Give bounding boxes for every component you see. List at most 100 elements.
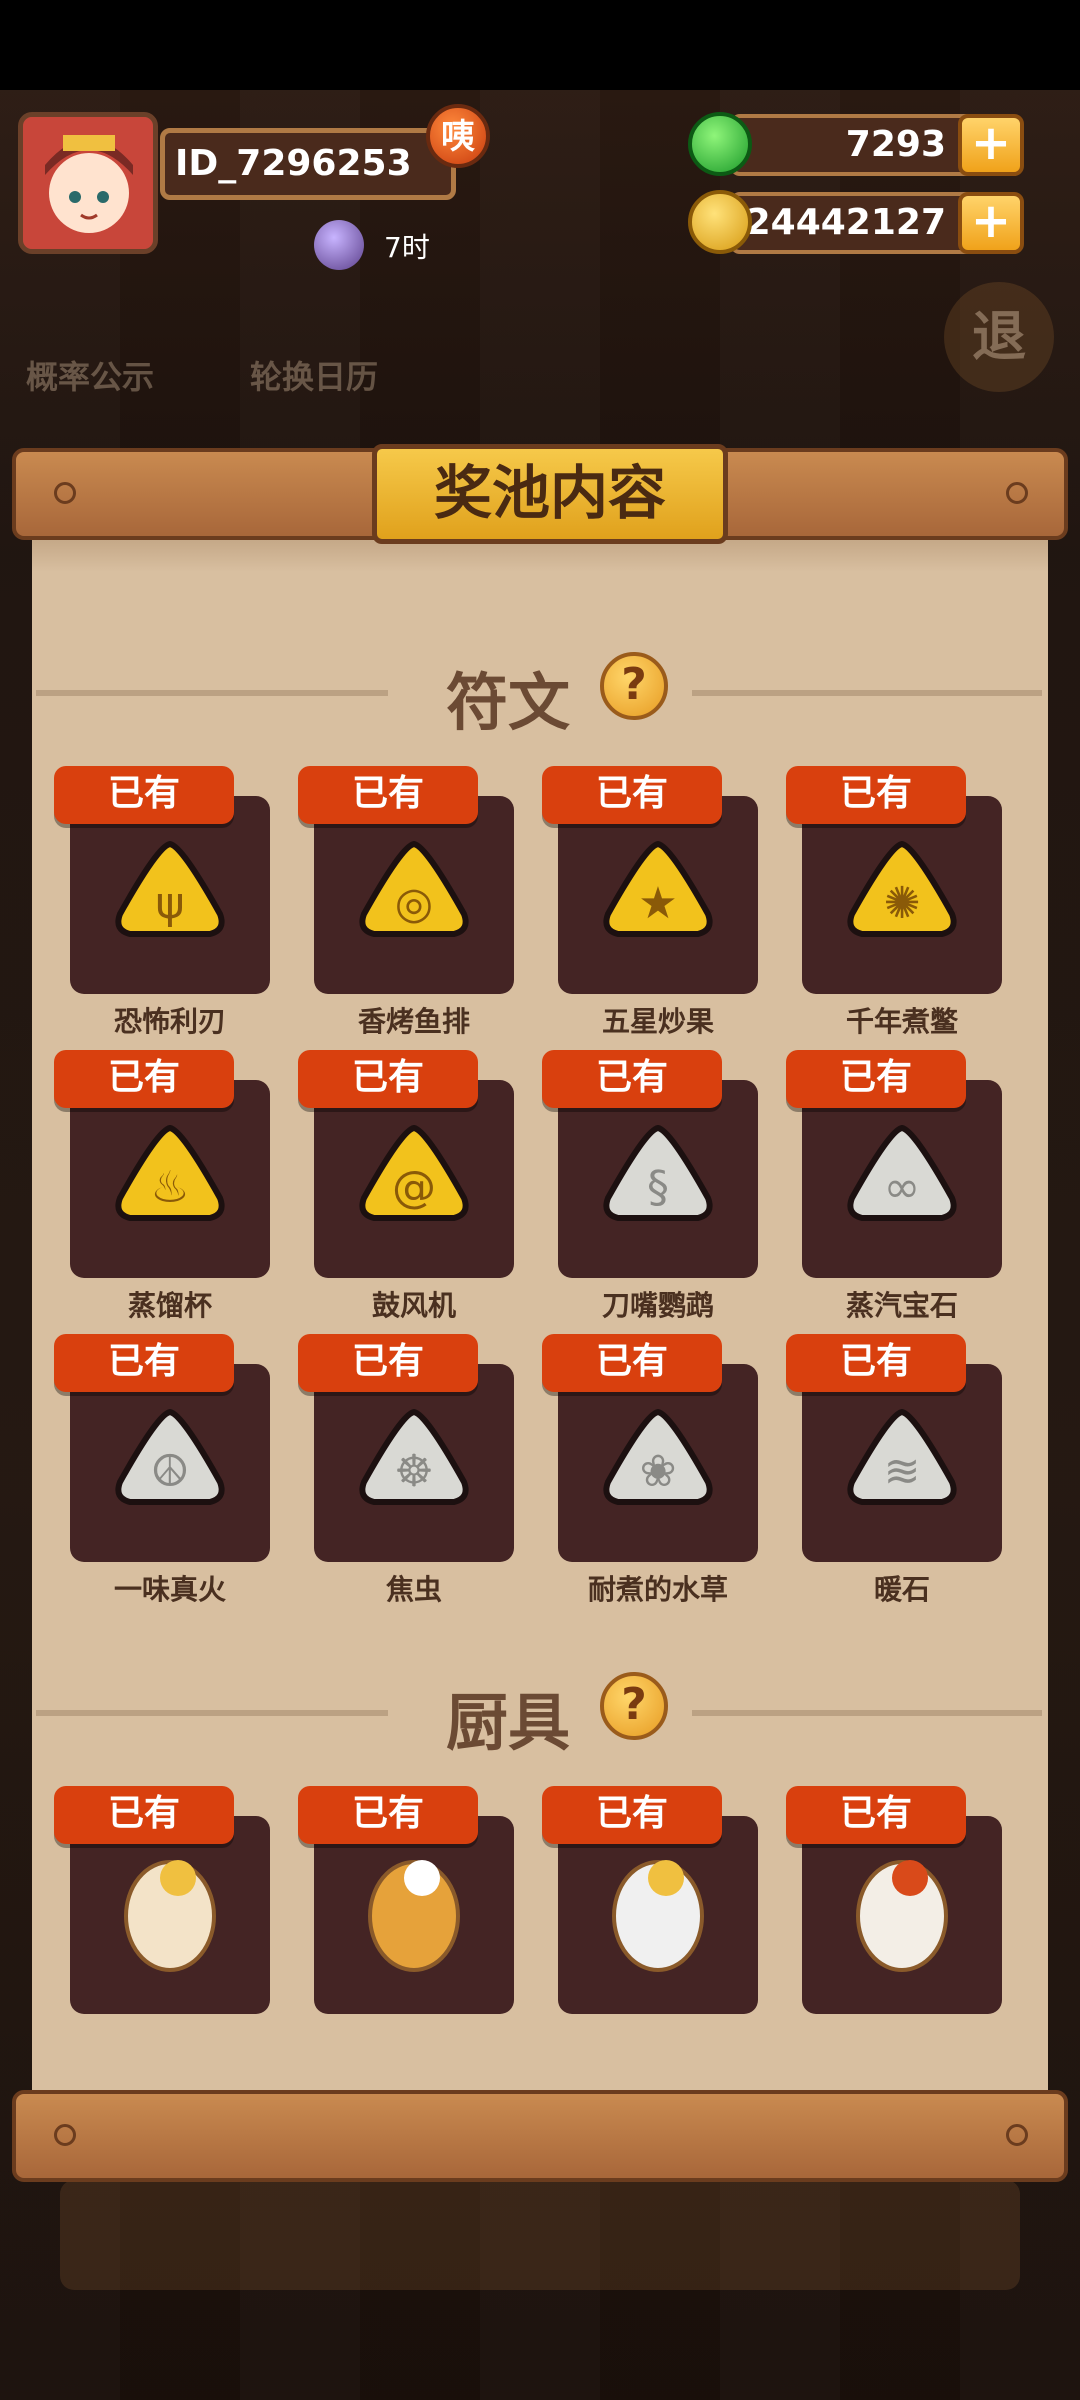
gold-rune-icon: ✺ [847, 840, 957, 937]
rune-card[interactable]: ψ [70, 796, 270, 994]
rune-name: 蒸馏杯 [127, 1289, 212, 1322]
owned-tag: 已有 [786, 1334, 966, 1392]
rune-card[interactable]: ♨ [70, 1080, 270, 1278]
silver-rune-icon: ∞ [847, 1124, 957, 1221]
rune-glyph: @ [392, 1162, 436, 1213]
jade-icon [688, 112, 752, 176]
nail-icon [54, 482, 76, 504]
owned-tag: 已有 [298, 1334, 478, 1392]
draw-buttons-background [60, 2180, 1020, 2290]
owned-tag: 已有 [54, 1334, 234, 1392]
owned-tag: 已有 [298, 1050, 478, 1108]
cookware-help-button[interactable]: ? [600, 1672, 668, 1740]
section-title-runes: 符文 [446, 666, 571, 739]
rune-card[interactable]: @ [314, 1080, 514, 1278]
divider [36, 690, 388, 696]
rune-card[interactable]: ∞ [802, 1080, 1002, 1278]
rune-card[interactable]: ❀ [558, 1364, 758, 1562]
rune-glyph: ∞ [884, 1162, 921, 1213]
rune-glyph: ☮ [150, 1446, 189, 1497]
silver-rune-icon: ≋ [847, 1408, 957, 1505]
rune-glyph: ≋ [884, 1446, 921, 1497]
rune-glyph: ❀ [640, 1446, 677, 1497]
owned-tag: 已有 [786, 1050, 966, 1108]
cookware-card[interactable] [802, 1816, 1002, 2014]
rune-name: 五星炒果 [601, 1005, 714, 1038]
rune-name: 香烤鱼排 [357, 1005, 470, 1038]
gold-rune-icon: @ [359, 1124, 469, 1221]
calendar-label: 轮换日历 [250, 358, 379, 396]
panel-title: 奖池内容 [372, 444, 728, 544]
rune-card[interactable]: ◎ [314, 796, 514, 994]
feather-fan-icon [856, 1860, 948, 1972]
status-badge[interactable]: 咦 [426, 104, 490, 168]
rune-name: 鼓风机 [371, 1289, 456, 1322]
cookware-card[interactable] [314, 1816, 514, 2014]
rune-glyph: ♨ [150, 1162, 189, 1213]
silver-rune-icon: ❀ [603, 1408, 713, 1505]
silver-rune-icon: ☮ [115, 1408, 225, 1505]
rune-name: 耐煮的水草 [587, 1573, 728, 1606]
rune-card[interactable]: ≋ [802, 1364, 1002, 1562]
rune-glyph: ψ [155, 878, 184, 929]
unicorn-ring-icon [612, 1860, 704, 1972]
rune-card[interactable]: ☮ [70, 1364, 270, 1562]
rune-name: 焦虫 [385, 1573, 442, 1606]
runes-help-button[interactable]: ? [600, 652, 668, 720]
rune-name: 蒸汽宝石 [845, 1289, 958, 1322]
rune-glyph: ◎ [395, 878, 433, 929]
chef-avatar-icon [23, 117, 153, 249]
panel-bottom-plank [12, 2090, 1068, 2182]
divider [692, 1710, 1042, 1716]
owned-tag: 已有 [54, 1786, 234, 1844]
dancing-lion-broom-icon [124, 1860, 216, 1972]
owned-tag: 已有 [54, 766, 234, 824]
coin-icon [688, 190, 752, 254]
gold-rune-icon: ♨ [115, 1124, 225, 1221]
cookware-card[interactable] [70, 1816, 270, 2014]
probability-label: 概率公示 [26, 358, 155, 396]
rune-card[interactable]: ✺ [802, 796, 1002, 994]
owned-tag: 已有 [542, 1050, 722, 1108]
nail-icon [1006, 2124, 1028, 2146]
section-title-cookware: 厨具 [446, 1686, 571, 1759]
status-bar-area [0, 0, 1080, 90]
add-coin-button[interactable]: + [958, 192, 1024, 254]
rune-glyph: ✺ [884, 878, 921, 929]
silver-rune-icon: § [603, 1124, 713, 1221]
silver-rune-icon: ☸ [359, 1408, 469, 1505]
player-avatar[interactable] [18, 112, 158, 254]
rune-name: 暖石 [873, 1573, 930, 1606]
exit-button: 退 [944, 282, 1054, 392]
rune-glyph: ☸ [394, 1446, 433, 1497]
add-jade-button[interactable]: + [958, 114, 1024, 176]
rune-name: 刀嘴鹦鹉 [601, 1289, 714, 1322]
rune-card[interactable]: ☸ [314, 1364, 514, 1562]
owned-tag: 已有 [786, 1786, 966, 1844]
rune-card[interactable]: § [558, 1080, 758, 1278]
owned-tag: 已有 [298, 1786, 478, 1844]
rune-name: 恐怖利刃 [113, 1005, 226, 1038]
owned-tag: 已有 [298, 766, 478, 824]
time-remaining: 7时 [384, 231, 430, 264]
rune-glyph: ★ [638, 878, 677, 929]
gold-rune-icon: ψ [115, 840, 225, 937]
gold-rune-icon: ★ [603, 840, 713, 937]
nail-icon [54, 2124, 76, 2146]
player-id: ID_7296253 [160, 128, 456, 200]
nail-icon [1006, 482, 1028, 504]
rune-card[interactable]: ★ [558, 796, 758, 994]
gold-rune-icon: ◎ [359, 840, 469, 937]
character-time-icon [314, 220, 364, 270]
owned-tag: 已有 [786, 766, 966, 824]
owned-tag: 已有 [542, 1786, 722, 1844]
rune-name: 千年煮鳖 [845, 1005, 958, 1038]
rune-glyph: § [647, 1162, 669, 1213]
cookware-card[interactable] [558, 1816, 758, 2014]
owned-tag: 已有 [54, 1050, 234, 1108]
owned-tag: 已有 [542, 766, 722, 824]
divider [692, 690, 1042, 696]
phoenix-duster-icon [368, 1860, 460, 1972]
rune-name: 一味真火 [113, 1573, 226, 1606]
divider [36, 1710, 388, 1716]
